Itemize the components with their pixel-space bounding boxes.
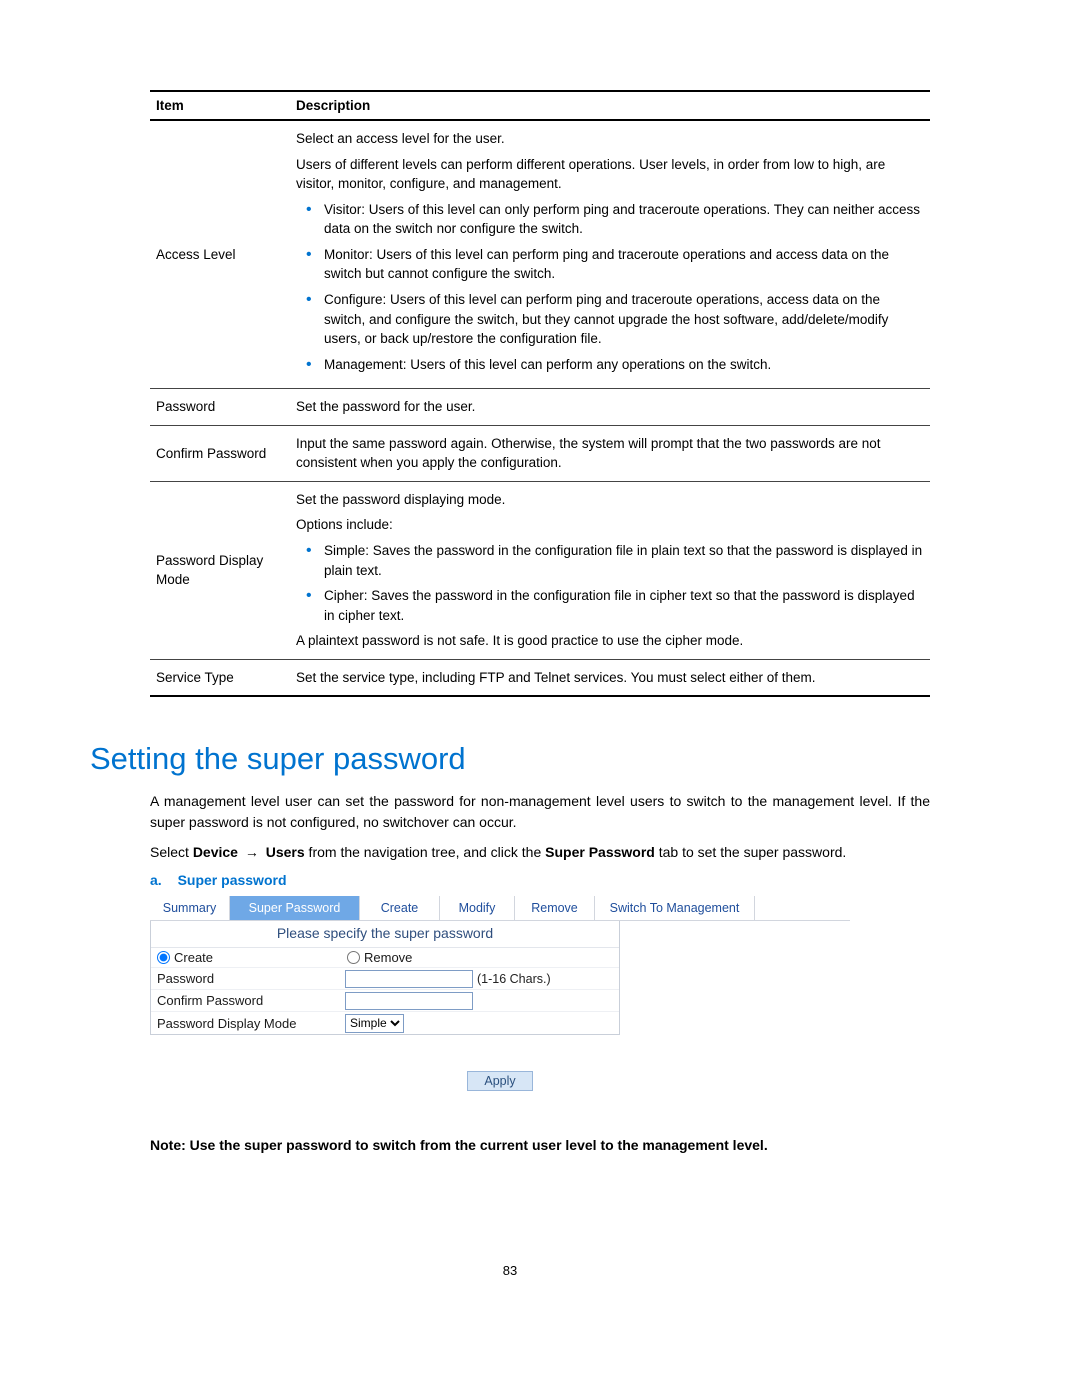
section-paragraph-1: A management level user can set the pass…: [150, 791, 930, 832]
tab-modify[interactable]: Modify: [440, 896, 515, 920]
table-row: Confirm Password Input the same password…: [150, 425, 930, 481]
desc-password-display-mode: Set the password displaying mode. Option…: [296, 490, 924, 651]
table-row: Password Display Mode Set the password d…: [150, 481, 930, 659]
note-text: Note: Use the super password to switch f…: [150, 1137, 930, 1153]
table-row: Service Type Set the service type, inclu…: [150, 659, 930, 696]
col-description: Description: [290, 91, 930, 120]
item-password: Password: [150, 389, 290, 426]
tab-remove[interactable]: Remove: [515, 896, 595, 920]
radio-create-label: Create: [174, 950, 213, 965]
item-access-level: Access Level: [150, 120, 290, 389]
desc-access-level: Select an access level for the user. Use…: [296, 129, 924, 374]
super-password-ui: Summary Super Password Create Modify Rem…: [150, 896, 850, 1091]
label-confirm-password: Confirm Password: [151, 991, 341, 1010]
tab-switch-to-management[interactable]: Switch To Management: [595, 896, 755, 920]
label-password-display-mode: Password Display Mode: [151, 1014, 341, 1033]
section-heading: Setting the super password: [90, 741, 930, 777]
confirm-password-input[interactable]: [345, 992, 473, 1010]
figure-caption: a. Super password: [150, 872, 930, 888]
form-title: Please specify the super password: [151, 921, 619, 948]
desc-confirm-password: Input the same password again. Otherwise…: [290, 425, 930, 481]
page-number: 83: [90, 1263, 930, 1278]
password-hint: (1-16 Chars.): [477, 972, 551, 986]
user-level-description-table: Item Description Access Level Select an …: [150, 90, 930, 697]
item-confirm-password: Confirm Password: [150, 425, 290, 481]
password-display-mode-select[interactable]: Simple: [345, 1014, 404, 1033]
label-password: Password: [151, 969, 341, 988]
table-row: Password Set the password for the user.: [150, 389, 930, 426]
item-service-type: Service Type: [150, 659, 290, 696]
tab-summary[interactable]: Summary: [150, 896, 230, 920]
desc-service-type: Set the service type, including FTP and …: [290, 659, 930, 696]
radio-remove-label: Remove: [364, 950, 412, 965]
apply-button[interactable]: Apply: [467, 1071, 532, 1091]
col-item: Item: [150, 91, 290, 120]
super-password-form: Please specify the super password Create…: [150, 921, 620, 1035]
tab-create[interactable]: Create: [360, 896, 440, 920]
tab-super-password[interactable]: Super Password: [230, 896, 360, 920]
radio-remove[interactable]: [347, 951, 360, 964]
desc-password: Set the password for the user.: [290, 389, 930, 426]
section-paragraph-2: Select Device → Users from the navigatio…: [150, 842, 930, 862]
arrow-icon: →: [245, 844, 259, 860]
table-row: Access Level Select an access level for …: [150, 120, 930, 389]
item-password-display-mode: Password Display Mode: [150, 481, 290, 659]
tab-bar: Summary Super Password Create Modify Rem…: [150, 896, 850, 921]
password-input[interactable]: [345, 970, 473, 988]
radio-create[interactable]: [157, 951, 170, 964]
